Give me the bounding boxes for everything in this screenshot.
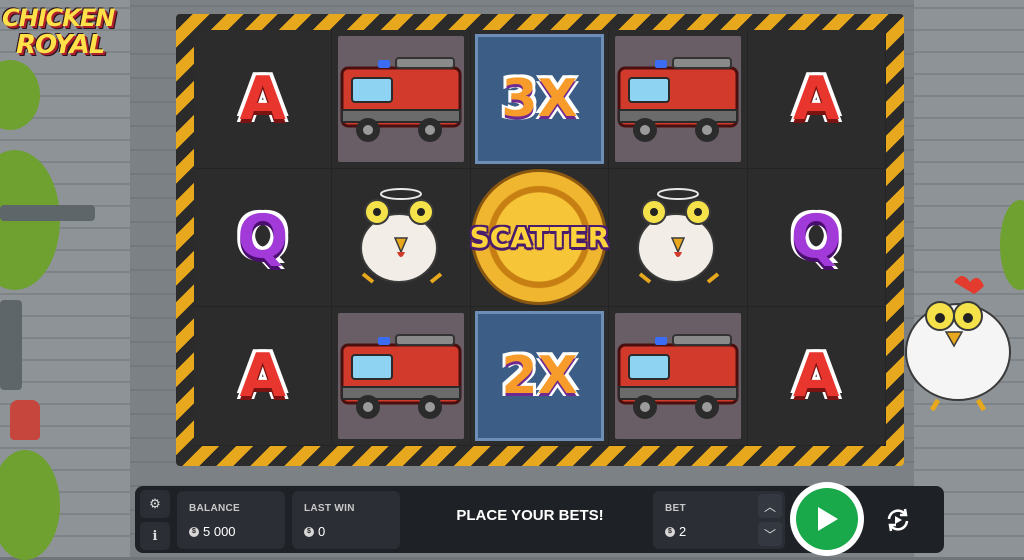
bet-value: 2 <box>679 524 687 539</box>
reel-cell <box>332 168 471 308</box>
symbol-a: A <box>239 63 286 134</box>
reel-cell: Q <box>747 168 886 308</box>
autoplay-button[interactable] <box>878 500 918 540</box>
bet-increase-button[interactable]: ︿ <box>758 494 782 518</box>
dead-chicken-icon <box>360 188 443 284</box>
logo-line-2: ROYAL <box>16 30 105 60</box>
reel-cell: 3X <box>470 30 610 169</box>
gear-icon: ⚙ <box>149 496 161 511</box>
side-buttons: ⚙ i <box>140 490 170 550</box>
balance-label: BALANCE <box>189 503 240 514</box>
bet-label: BET <box>665 503 686 514</box>
last-win-panel: LAST WIN $ 0 <box>292 491 400 549</box>
reel-cell: A <box>194 30 333 169</box>
reel-cell: SCATTER <box>469 168 610 308</box>
reel-cell <box>609 307 748 446</box>
dead-chicken-icon <box>636 188 720 284</box>
multiplier-2x: 2X <box>501 345 578 406</box>
reel-cell: A <box>194 307 333 446</box>
reel-cell: A <box>747 307 886 446</box>
last-win-label: LAST WIN <box>304 503 355 514</box>
coin-icon: $ <box>189 526 199 537</box>
balance-value: 5 000 <box>203 524 236 539</box>
fire-truck-icon <box>617 56 739 142</box>
chicken-mascot-icon <box>905 276 1011 412</box>
play-icon <box>818 507 838 531</box>
fire-truck-icon <box>340 333 462 419</box>
bet-decrease-button[interactable]: ﹀ <box>758 522 782 546</box>
logo-line-1: CHICKEN <box>2 4 115 32</box>
fire-truck-icon <box>340 56 462 142</box>
multiplier-3x: 3X <box>501 68 578 129</box>
symbol-a: A <box>793 63 840 134</box>
scatter-symbol: SCATTER <box>469 220 610 254</box>
reels-grid: A 3X A Q SCATTER Q A 2X A <box>194 30 886 446</box>
coin-icon: $ <box>665 526 675 537</box>
spin-button[interactable] <box>790 482 864 556</box>
symbol-q: Q <box>237 202 289 273</box>
pipe <box>0 205 95 221</box>
coin-icon: $ <box>304 526 314 537</box>
reel-cell: 2X <box>470 307 610 446</box>
last-win-value: 0 <box>318 524 326 539</box>
symbol-a: A <box>239 340 286 411</box>
reel-cell: A <box>747 30 886 169</box>
reel-cell <box>332 30 471 169</box>
pipe <box>0 300 22 390</box>
info-icon: i <box>152 528 158 544</box>
balance-panel: BALANCE $ 5 000 <box>177 491 285 549</box>
game-logo: CHICKEN ROYAL <box>2 2 126 72</box>
bet-stepper: ︿ ﹀ <box>758 494 782 546</box>
reel-cell: Q <box>194 168 333 308</box>
status-message: PLACE YOUR BETS! <box>456 507 604 524</box>
reel-cell <box>609 30 748 169</box>
symbol-q: Q <box>790 202 842 273</box>
chevron-up-icon: ︿ <box>763 499 776 514</box>
fire-truck-icon <box>617 333 739 419</box>
chevron-down-icon: ﹀ <box>763 527 776 542</box>
settings-button[interactable]: ⚙ <box>140 490 170 518</box>
symbol-a: A <box>793 340 840 411</box>
reel-cell <box>609 168 748 308</box>
reel-cell <box>332 307 471 446</box>
fire-hydrant <box>10 400 40 440</box>
info-button[interactable]: i <box>140 522 170 550</box>
autoplay-icon <box>887 508 909 532</box>
